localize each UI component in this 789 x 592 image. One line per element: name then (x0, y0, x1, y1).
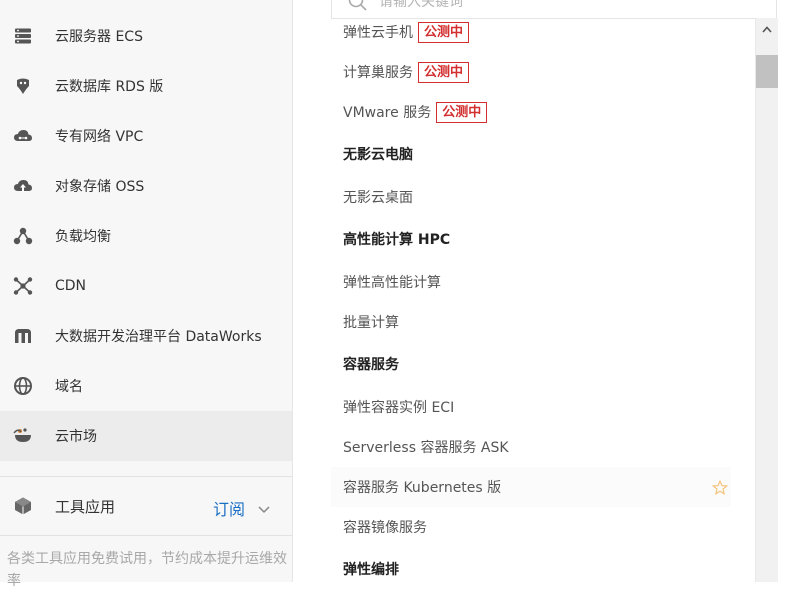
sidebar-item-label: 云市场 (55, 429, 97, 445)
star-icon[interactable] (711, 479, 729, 500)
beta-badge: 公测中 (418, 61, 470, 83)
list-item[interactable]: Serverless 容器服务 ASK (331, 427, 731, 467)
scroll-up-arrow-icon[interactable] (756, 18, 778, 40)
list-item[interactable]: 弹性云手机 公测中 (331, 12, 731, 52)
globe-icon (12, 375, 34, 397)
group-heading: 无影云电脑 (343, 147, 413, 163)
list-item[interactable]: VMware 服务 公测中 (331, 92, 731, 132)
beta-badge: 公测中 (418, 21, 470, 43)
product-name: 容器服务 Kubernetes 版 (343, 480, 502, 496)
sidebar-item-rds[interactable]: 云数据库 RDS 版 (0, 61, 292, 111)
subscribe-link[interactable]: 订阅 (213, 496, 245, 520)
cloud-storage-icon (12, 175, 34, 197)
list-item[interactable]: 弹性容器实例 ECI (331, 387, 731, 427)
sidebar-item-ecs[interactable]: 云服务器 ECS (0, 11, 292, 61)
product-name: 弹性高性能计算 (343, 275, 441, 291)
chevron-down-icon[interactable] (258, 499, 270, 518)
list-item[interactable]: 计算巢服务 公测中 (331, 52, 731, 92)
tool-apps-description: 各类工具应用免费试用，节约成本提升运维效率 (7, 551, 287, 589)
sidebar-item-marketplace[interactable]: 云市场 (0, 411, 292, 461)
load-balancer-icon (12, 225, 34, 247)
tool-apps-label: 工具应用 (55, 497, 116, 516)
sidebar-item-label: CDN (55, 278, 87, 294)
sidebar-item-label: 云服务器 ECS (55, 29, 143, 45)
cube-icon (12, 495, 34, 517)
list-item[interactable]: 容器镜像服务 (331, 507, 731, 547)
server-icon (12, 25, 34, 47)
sidebar: 云服务器 ECS 云数据库 RDS 版 专有网络 VPC 对象存储 OSS 负载… (0, 0, 293, 589)
sidebar-item-label: 专有网络 VPC (55, 129, 144, 145)
tool-apps-section[interactable]: 工具应用 订阅 (0, 476, 292, 536)
product-name: 容器镜像服务 (343, 520, 427, 536)
dataworks-icon (12, 325, 34, 347)
product-name: 弹性云手机 (343, 25, 413, 41)
sidebar-item-oss[interactable]: 对象存储 OSS (0, 161, 292, 211)
sidebar-item-dataworks[interactable]: 大数据开发治理平台 DataWorks (0, 311, 292, 361)
beta-badge: 公测中 (436, 101, 488, 123)
sidebar-item-label: 对象存储 OSS (55, 179, 145, 195)
group-heading: 容器服务 (343, 357, 399, 373)
product-name: VMware 服务 (343, 105, 432, 121)
scrollbar[interactable] (755, 18, 778, 582)
product-name: 无影云桌面 (343, 190, 413, 206)
sidebar-item-label: 云数据库 RDS 版 (55, 79, 164, 95)
product-name: 批量计算 (343, 315, 399, 331)
sidebar-item-label: 大数据开发治理平台 DataWorks (55, 329, 262, 345)
list-item[interactable]: 容器服务 Kubernetes 版 (331, 467, 731, 507)
scrollbar-thumb[interactable] (756, 55, 778, 88)
cdn-icon (12, 275, 34, 297)
group-heading: 弹性编排 (343, 562, 399, 578)
database-icon (12, 75, 34, 97)
list-item[interactable]: 无影云桌面 (331, 177, 731, 217)
group-heading: 高性能计算 HPC (343, 232, 451, 248)
sidebar-item-label: 域名 (55, 379, 83, 395)
product-name: 弹性容器实例 ECI (343, 400, 455, 416)
cloud-network-icon (12, 125, 34, 147)
sidebar-item-label: 负载均衡 (55, 229, 111, 245)
list-item[interactable]: 弹性高性能计算 (331, 262, 731, 302)
product-name: 计算巢服务 (343, 65, 413, 81)
sidebar-item-cdn[interactable]: CDN (0, 261, 292, 311)
list-item[interactable]: 批量计算 (331, 302, 731, 342)
sidebar-item-slb[interactable]: 负载均衡 (0, 211, 292, 261)
sidebar-item-vpc[interactable]: 专有网络 VPC (0, 111, 292, 161)
sidebar-item-domain[interactable]: 域名 (0, 361, 292, 411)
product-panel: 弹性云手机 公测中 计算巢服务 公测中 VMware 服务 公测中 无影云电脑 … (293, 0, 789, 582)
product-name: Serverless 容器服务 ASK (343, 440, 509, 456)
marketplace-icon (12, 425, 34, 447)
product-category-list: 云服务器 ECS 云数据库 RDS 版 专有网络 VPC 对象存储 OSS 负载… (0, 11, 292, 461)
